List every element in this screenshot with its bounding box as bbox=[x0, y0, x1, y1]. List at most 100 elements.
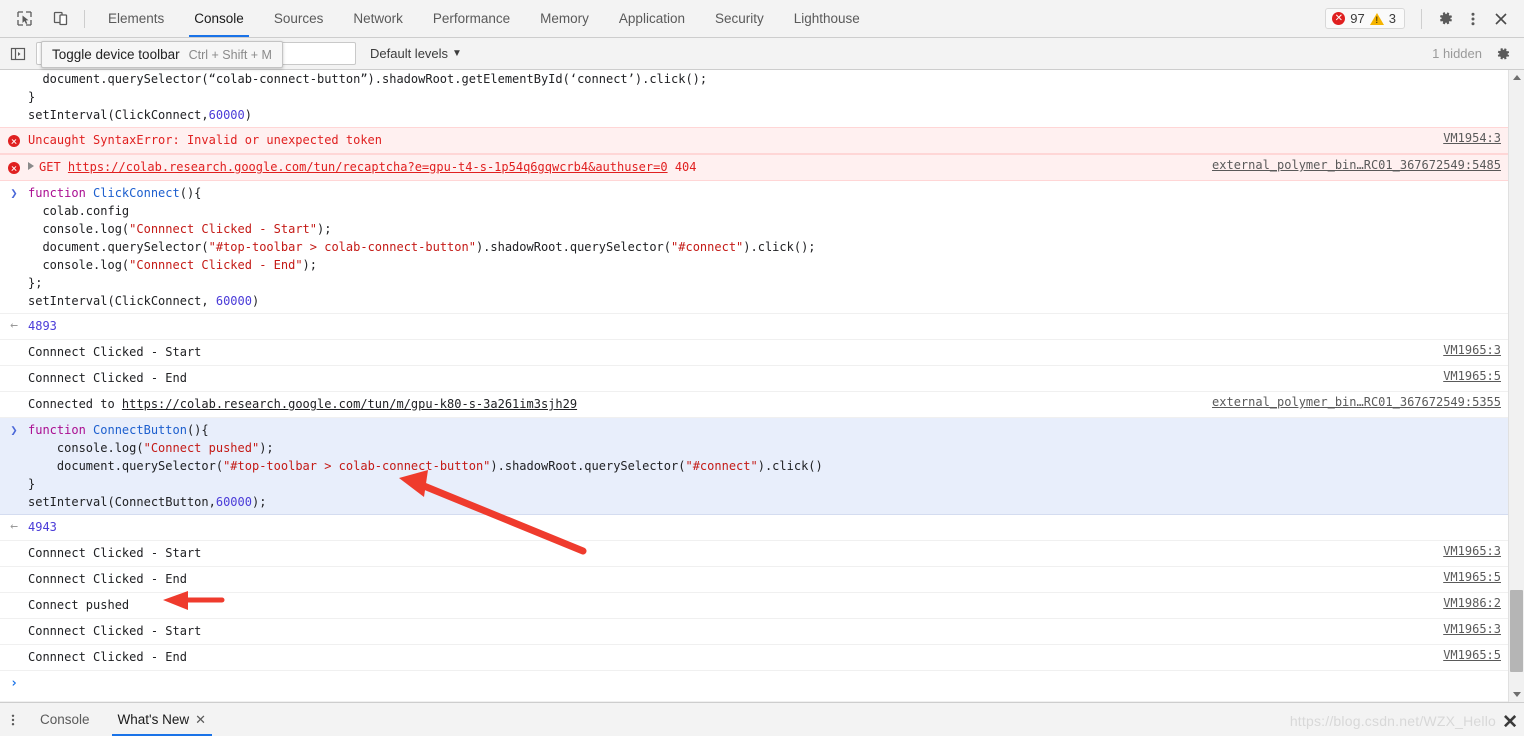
console-result-value[interactable]: ← 4893 bbox=[0, 314, 1509, 340]
console-log-message[interactable]: Connnect Clicked - End VM1965:5 bbox=[0, 645, 1509, 671]
drawer-tab-whats-new[interactable]: What's New ✕ bbox=[104, 703, 221, 736]
source-link[interactable]: external_polymer_bin…RC01_367672549:5355 bbox=[1212, 395, 1501, 409]
message-gutter bbox=[0, 570, 28, 589]
inspect-element-icon[interactable] bbox=[10, 5, 38, 33]
console-network-error-message[interactable]: GET https://colab.research.google.com/tu… bbox=[0, 154, 1509, 181]
code-token: console.log( bbox=[28, 222, 130, 236]
console-settings-gear-icon[interactable] bbox=[1490, 41, 1516, 67]
source-link[interactable]: VM1954:3 bbox=[1443, 131, 1501, 145]
more-vertical-icon[interactable] bbox=[1460, 6, 1486, 32]
code-token: (){ bbox=[186, 423, 209, 437]
tab-console[interactable]: Console bbox=[179, 0, 259, 37]
console-log-message[interactable]: Connected to https://colab.research.goog… bbox=[0, 392, 1509, 418]
log-url-link[interactable]: https://colab.research.google.com/tun/m/… bbox=[122, 397, 577, 411]
tab-performance[interactable]: Performance bbox=[418, 0, 525, 37]
code-token: colab.config bbox=[28, 204, 130, 218]
console-scroll-area[interactable]: document.querySelector(“colab-connect-bu… bbox=[0, 70, 1509, 702]
source-link[interactable]: VM1965:5 bbox=[1443, 369, 1501, 383]
message-gutter: ❯ bbox=[0, 184, 28, 310]
message-gutter bbox=[0, 158, 28, 177]
console-prompt[interactable]: › bbox=[0, 671, 1509, 702]
log-levels-dropdown[interactable]: Default levels ▼ bbox=[370, 46, 462, 61]
source-link[interactable]: VM1965:3 bbox=[1443, 622, 1501, 636]
chevron-down-icon: ▼ bbox=[452, 48, 462, 59]
console-sidebar-toggle-icon[interactable] bbox=[6, 42, 30, 66]
watermark-close-icon[interactable]: ✕ bbox=[1502, 713, 1518, 732]
tab-memory[interactable]: Memory bbox=[525, 0, 604, 37]
code-token: ClickConnect bbox=[93, 186, 180, 200]
console-log-message[interactable]: Connnect Clicked - Start VM1965:3 bbox=[0, 340, 1509, 366]
message-gutter bbox=[0, 369, 28, 388]
message-gutter bbox=[0, 544, 28, 563]
console-log-message[interactable]: Connnect Clicked - Start VM1965:3 bbox=[0, 619, 1509, 645]
code-token: console.log( bbox=[28, 441, 144, 455]
error-icon bbox=[8, 135, 20, 147]
code-token: function bbox=[28, 423, 94, 437]
console-scrollbar[interactable] bbox=[1508, 70, 1524, 702]
console-message-list: document.querySelector(“colab-connect-bu… bbox=[0, 70, 1524, 702]
http-status: 404 bbox=[674, 160, 697, 174]
source-link[interactable]: VM1986:2 bbox=[1443, 596, 1501, 610]
prompt-chevron-icon: › bbox=[10, 676, 18, 691]
tab-network[interactable]: Network bbox=[338, 0, 418, 37]
tab-application[interactable]: Application bbox=[604, 0, 700, 37]
message-text: function ConnectButton(){ console.log("C… bbox=[28, 421, 1509, 511]
source-link[interactable]: VM1965:5 bbox=[1443, 570, 1501, 584]
console-code-continuation[interactable]: document.querySelector(“colab-connect-bu… bbox=[0, 70, 1509, 127]
result-arrow-icon: ← bbox=[10, 318, 18, 333]
scrollbar-thumb[interactable] bbox=[1510, 590, 1523, 672]
expand-triangle-icon[interactable] bbox=[28, 162, 34, 170]
device-toolbar-icon[interactable] bbox=[46, 5, 74, 33]
message-gutter bbox=[0, 596, 28, 615]
tab-sources[interactable]: Sources bbox=[259, 0, 339, 37]
close-icon[interactable]: ✕ bbox=[195, 713, 206, 726]
tab-label: Performance bbox=[432, 11, 511, 26]
code-token: ) bbox=[244, 108, 252, 122]
console-input-expression[interactable]: ❯ function ConnectButton(){ console.log("… bbox=[0, 418, 1509, 515]
drawer-tab-console[interactable]: Console bbox=[26, 703, 104, 736]
source-link[interactable]: VM1965:3 bbox=[1443, 544, 1501, 558]
message-text: Connnect Clicked - Start bbox=[28, 624, 202, 638]
code-token: ).shadowRoot.querySelector( bbox=[475, 240, 672, 254]
issue-counts[interactable]: ✕ 97 3 bbox=[1325, 8, 1405, 29]
source-link[interactable]: external_polymer_bin…RC01_367672549:5485 bbox=[1212, 158, 1501, 172]
console-toolbar: Default levels ▼ 1 hidden Toggle device … bbox=[0, 38, 1524, 70]
message-text: Uncaught SyntaxError: Invalid or unexpec… bbox=[28, 133, 383, 147]
code-token: document.querySelector( bbox=[28, 240, 209, 254]
tab-elements[interactable]: Elements bbox=[93, 0, 179, 37]
code-token: ); bbox=[251, 495, 267, 509]
console-result-value[interactable]: ← 4943 bbox=[0, 515, 1509, 541]
tab-label: Lighthouse bbox=[793, 11, 860, 26]
drawer-tab-label: Console bbox=[40, 712, 90, 727]
tab-label: Application bbox=[618, 11, 685, 26]
request-url-link[interactable]: https://colab.research.google.com/tun/re… bbox=[68, 160, 668, 174]
code-token: "#connect" bbox=[671, 240, 744, 254]
console-log-message[interactable]: Connnect Clicked - End VM1965:5 bbox=[0, 366, 1509, 392]
tab-label: Security bbox=[714, 11, 764, 26]
drawer-more-vertical-icon[interactable] bbox=[0, 703, 26, 736]
source-link[interactable]: VM1965:3 bbox=[1443, 343, 1501, 357]
message-text: function ClickConnect(){ colab.config co… bbox=[28, 184, 1509, 310]
source-link[interactable]: VM1965:5 bbox=[1443, 648, 1501, 662]
code-token: ConnectButton bbox=[93, 423, 187, 437]
code-token: console.log( bbox=[28, 258, 130, 272]
scroll-down-arrow-icon[interactable] bbox=[1509, 687, 1524, 702]
code-token: "Connnect Clicked - Start" bbox=[129, 222, 317, 236]
code-token: ); bbox=[302, 258, 317, 272]
console-error-message[interactable]: Uncaught SyntaxError: Invalid or unexpec… bbox=[0, 127, 1509, 154]
message-text: Connnect Clicked - End bbox=[28, 650, 187, 664]
tab-security[interactable]: Security bbox=[700, 0, 779, 37]
console-log-message[interactable]: Connect pushed VM1986:2 bbox=[0, 593, 1509, 619]
scroll-up-arrow-icon[interactable] bbox=[1509, 70, 1524, 85]
tab-lighthouse[interactable]: Lighthouse bbox=[779, 0, 875, 37]
close-icon[interactable] bbox=[1488, 6, 1514, 32]
code-token: 60000 bbox=[215, 495, 252, 509]
gear-icon[interactable] bbox=[1432, 6, 1458, 32]
message-text: Connect pushed bbox=[28, 598, 130, 612]
code-token: 60000 bbox=[215, 294, 252, 308]
console-log-message[interactable]: Connnect Clicked - End VM1965:5 bbox=[0, 567, 1509, 593]
code-token: } bbox=[28, 90, 36, 104]
console-input-expression[interactable]: ❯ function ClickConnect(){ colab.config c… bbox=[0, 181, 1509, 314]
error-count: 97 bbox=[1350, 11, 1365, 26]
console-log-message[interactable]: Connnect Clicked - Start VM1965:3 bbox=[0, 541, 1509, 567]
